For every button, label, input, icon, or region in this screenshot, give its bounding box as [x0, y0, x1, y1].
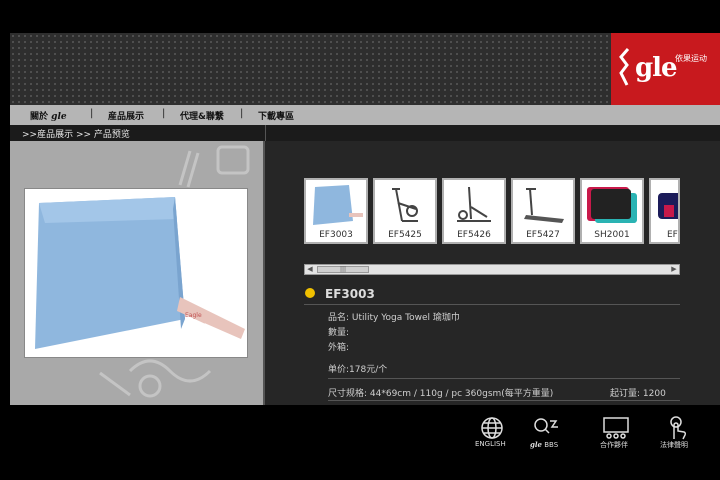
divider: [328, 378, 680, 379]
product-moq: 起订量: 1200: [610, 389, 666, 399]
footer-bbs-label: BBS: [544, 441, 559, 449]
thumbnail-ef5426[interactable]: EF5426: [442, 178, 506, 244]
footer-english[interactable]: ENGLISH: [475, 440, 506, 448]
product-name: 品名: Utility Yoga Towel 瑜珈巾: [328, 313, 460, 323]
thumbnail-ef5425[interactable]: EF5425: [373, 178, 437, 244]
treadmill-thumb-icon: [524, 188, 564, 223]
nav-separator: |: [240, 108, 244, 119]
product-quantity: 數量:: [328, 328, 350, 338]
product-price: 单价:178元/个: [328, 365, 388, 375]
thumbnail-caption: EF3003: [319, 230, 353, 240]
towel-thumb-icon: [313, 185, 363, 225]
nav-about-prefix: 關於: [30, 112, 49, 122]
hand-pointer-icon[interactable]: [662, 415, 692, 441]
thumbnail-ef3003[interactable]: EF3003: [304, 178, 368, 244]
thumbnail-caption: EF5427: [526, 230, 560, 240]
nav-about[interactable]: 關於 gle: [30, 109, 67, 122]
product-box: 外箱:: [328, 343, 350, 353]
thumbnail-partial[interactable]: EF5: [649, 178, 680, 244]
nav-separator: |: [162, 108, 166, 119]
scroll-right-arrow-icon[interactable]: ▶: [669, 265, 679, 274]
yoga-towel-image: Eagle: [35, 197, 245, 349]
exercise-bike-thumb-icon: [392, 188, 418, 222]
thumbnail-caption: EF5425: [388, 230, 422, 240]
bag-thumb-icon: [658, 193, 678, 219]
bbs-chat-icon[interactable]: [532, 415, 562, 441]
thumbnail-sh2001[interactable]: SH2001: [580, 178, 644, 244]
main-nav: 關於 gle | 産品展示 | 代理&聯繫 | 下載專區: [10, 105, 720, 125]
footer-partners[interactable]: 合作夥伴: [600, 440, 628, 450]
product-photo: Eagle: [24, 188, 248, 358]
footer-bbs-logo: gle: [530, 440, 543, 449]
nav-separator: |: [90, 108, 94, 119]
logo-mark-icon: [619, 48, 629, 86]
footer-bbs[interactable]: gle BBS: [530, 440, 558, 449]
scroll-left-arrow-icon[interactable]: ◀: [305, 265, 315, 274]
nav-products[interactable]: 産品展示: [108, 109, 144, 122]
product-spec: 尺寸规格: 44*69cm / 110g / pc 360gsm(每平方重量): [328, 389, 554, 399]
breadcrumb: >>産品展示 >> 产品预览: [22, 130, 130, 140]
thumbnail-scrollbar[interactable]: ◀ ||| ▶: [304, 264, 680, 275]
bullet-arrow-icon: [305, 288, 315, 298]
divider: [304, 304, 680, 305]
thumbnail-caption: SH2001: [594, 230, 630, 240]
thumbnail-ef5427[interactable]: EF5427: [511, 178, 575, 244]
thumbnail-caption: EF5426: [457, 230, 491, 240]
thumbnail-caption: EF5: [667, 230, 678, 240]
mat-bag-thumb-icon: [587, 187, 637, 223]
nav-about-logo: gle: [51, 112, 67, 122]
globe-icon[interactable]: [477, 415, 507, 441]
brand-logo[interactable]: gle 依果运动: [611, 33, 720, 105]
logo-text: gle: [635, 53, 678, 83]
scrollbar-thumb[interactable]: |||: [317, 266, 369, 273]
footer-legal[interactable]: 法律聲明: [660, 440, 688, 450]
elliptical-thumb-icon: [457, 186, 491, 222]
divider: [328, 400, 680, 401]
partners-icon[interactable]: [601, 415, 631, 441]
breadcrumb-divider: [265, 125, 266, 141]
nav-downloads[interactable]: 下載專區: [258, 109, 294, 122]
nav-agents[interactable]: 代理&聯繫: [180, 109, 224, 122]
product-code: EF3003: [325, 287, 375, 301]
logo-chinese: 依果运动: [675, 54, 707, 63]
svg-text:Eagle: Eagle: [185, 312, 202, 319]
